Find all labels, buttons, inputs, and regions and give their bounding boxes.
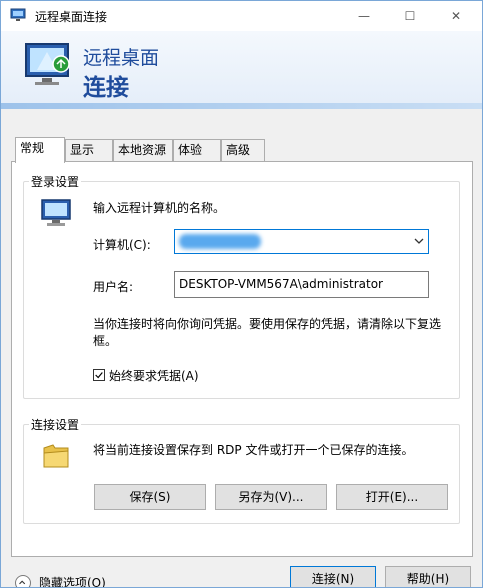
tab-experience[interactable]: 体验 — [173, 139, 221, 161]
title-bar[interactable]: 远程桌面连接 — ☐ ✕ — [1, 1, 482, 31]
tab-local-resources[interactable]: 本地资源 — [113, 139, 173, 161]
remote-desktop-logo-icon — [25, 43, 70, 85]
computer-value-redacted — [179, 234, 261, 249]
tab-advanced[interactable]: 高级 — [221, 139, 265, 161]
minimize-button[interactable]: — — [341, 1, 387, 31]
computer-combobox[interactable] — [174, 229, 429, 254]
login-settings-label: 登录设置 — [29, 173, 82, 190]
login-prompt-text: 输入远程计算机的名称。 — [93, 201, 226, 215]
save-button[interactable]: 保存(S) — [94, 484, 206, 510]
tab-display[interactable]: 显示 — [65, 139, 113, 161]
remote-desktop-window: 远程桌面连接 — ☐ ✕ 远程桌面 连接 常规 显示 本地资源 体验 高级 登录… — [0, 0, 483, 588]
chevron-down-icon[interactable] — [413, 234, 425, 248]
always-ask-label[interactable]: 始终要求凭据(A) — [109, 367, 199, 384]
header-banner: 远程桌面 连接 — [1, 31, 482, 103]
banner-title-line2: 连接 — [83, 75, 129, 101]
open-button[interactable]: 打开(E)... — [336, 484, 448, 510]
tab-general[interactable]: 常规 — [15, 137, 65, 163]
connection-settings-label: 连接设置 — [29, 416, 82, 433]
close-button[interactable]: ✕ — [433, 1, 479, 31]
username-field[interactable]: DESKTOP-VMM567A\administrator — [174, 271, 429, 298]
hide-options-label[interactable]: 隐藏选项(O) — [39, 574, 106, 587]
computer-icon — [41, 199, 71, 226]
folder-icon — [43, 444, 69, 468]
connection-description: 将当前连接设置保存到 RDP 文件或打开一个已保存的连接。 — [93, 443, 414, 457]
check-icon — [95, 372, 103, 379]
connect-button[interactable]: 连接(N) — [290, 566, 376, 587]
banner-title-line1: 远程桌面 — [83, 47, 160, 69]
remote-desktop-icon — [10, 8, 26, 21]
chevron-up-icon — [19, 580, 26, 585]
save-as-button[interactable]: 另存为(V)... — [215, 484, 327, 510]
help-button[interactable]: 帮助(H) — [385, 566, 471, 587]
always-ask-checkbox[interactable] — [93, 369, 105, 381]
credentials-note: 当你连接时将向你询问凭据。要使用保存的凭据，请清除以下复选框。 — [93, 317, 442, 348]
username-label: 用户名: — [93, 280, 134, 294]
maximize-button[interactable]: ☐ — [387, 1, 433, 31]
computer-label: 计算机(C): — [93, 238, 151, 252]
window-title: 远程桌面连接 — [35, 10, 108, 24]
hide-options-toggle[interactable] — [15, 575, 31, 587]
